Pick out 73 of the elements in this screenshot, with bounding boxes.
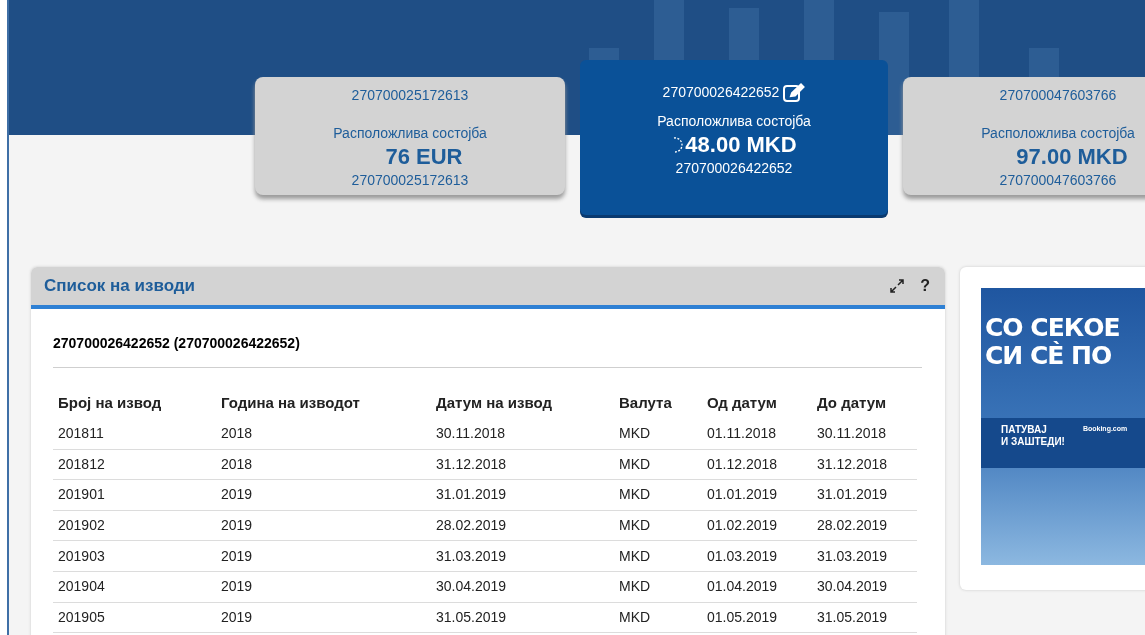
balance-label: Расположлива состојба — [981, 124, 1135, 143]
table-cell: 31.03.2019 — [812, 540, 917, 572]
table-cell: 01.02.2019 — [702, 510, 812, 541]
table-cell: 2018 — [216, 418, 431, 450]
column-header: Година на изводот — [220, 393, 361, 413]
table-cell: MKD — [614, 602, 702, 633]
edit-icon[interactable] — [783, 82, 806, 103]
ad-slogan: ПАТУВАЈ — [1001, 424, 1048, 436]
table-cell: 31.01.2019 — [812, 479, 917, 511]
table-cell: MKD — [614, 510, 702, 541]
account-number: 270700026422652 — [662, 83, 780, 102]
table-cell: 01.03.2019 — [702, 540, 812, 572]
help-button[interactable]: ? — [920, 274, 930, 298]
column-header: Број на извод — [57, 393, 163, 413]
table-cell: MKD — [614, 571, 702, 603]
table-cell: 2019 — [216, 602, 431, 633]
balance-label: Расположлива состојба — [657, 112, 811, 131]
column-header: До датум — [816, 393, 888, 413]
table-cell: 31.01.2019 — [431, 479, 614, 511]
account-card[interactable]: 270700025172613 Расположлива состојба 76 EUR 270700025172613 — [255, 77, 565, 195]
table-cell: 01.01.2019 — [702, 479, 812, 511]
expand-icon[interactable] — [890, 279, 905, 293]
table-cell: 201812 — [53, 449, 216, 480]
table-cell: 28.02.2019 — [431, 510, 614, 541]
ad-headline: СИ СЀ ПО — [985, 342, 1113, 370]
table-cell: 201901 — [53, 479, 216, 511]
table-cell: 31.05.2019 — [812, 602, 917, 633]
table-cell: 31.03.2019 — [431, 540, 614, 572]
account-number: 270700047603766 — [999, 86, 1117, 105]
column-header: Валута — [618, 393, 673, 413]
table-cell: 01.11.2018 — [702, 418, 812, 450]
table-cell: MKD — [614, 418, 702, 450]
table-cell: 01.05.2019 — [702, 602, 812, 633]
table-cell: 2019 — [216, 510, 431, 541]
table-cell: 201905 — [53, 602, 216, 633]
table-cell: 201902 — [53, 510, 216, 541]
table-cell: MKD — [614, 540, 702, 572]
table-cell: 30.11.2018 — [812, 418, 917, 450]
ad-slogan: И ЗАШТЕДИ! — [1001, 436, 1065, 448]
column-header: Од датум — [706, 393, 778, 413]
panel-title: Список на изводи — [44, 275, 196, 298]
table-cell: 201811 — [53, 418, 216, 450]
table-cell: 30.04.2019 — [431, 571, 614, 603]
table-cell: 2018 — [216, 449, 431, 480]
table-cell: 201903 — [53, 540, 216, 572]
table-cell: MKD — [614, 479, 702, 511]
table-cell: 30.11.2018 — [431, 418, 614, 450]
table-cell: 31.05.2019 — [431, 602, 614, 633]
table-cell: 2019 — [216, 540, 431, 572]
account-number: 270700025172613 — [351, 171, 469, 190]
column-header: Датум на извод — [435, 393, 553, 413]
account-card[interactable]: 270700026422652 Расположлива состојба 48.00 MKD 270700026422652 — [580, 60, 888, 215]
account-card[interactable]: 270700047603766 Расположлива состојба 97.00 MKD 270700047603766 — [903, 77, 1145, 195]
table-cell: 31.12.2018 — [431, 449, 614, 480]
table-cell: 30.04.2019 — [812, 571, 917, 603]
table-cell: 01.04.2019 — [702, 571, 812, 603]
account-number: 270700026422652 — [675, 159, 793, 178]
table-cell: 2019 — [216, 479, 431, 511]
account-number: 270700025172613 — [351, 86, 469, 105]
table-cell: 31.12.2018 — [812, 449, 917, 480]
balance-label: Расположлива состојба — [333, 124, 487, 143]
table-cell: 01.12.2018 — [702, 449, 812, 480]
spinner-icon — [671, 136, 686, 154]
balance-amount: 76 EUR — [385, 144, 463, 170]
table-cell: 201904 — [53, 571, 216, 603]
table-cell: 28.02.2019 — [812, 510, 917, 541]
table-cell: MKD — [614, 449, 702, 480]
table-cell: 2019 — [216, 571, 431, 603]
account-number: 270700047603766 — [999, 171, 1117, 190]
balance-amount: 48.00 MKD — [685, 132, 797, 158]
balance-amount: 97.00 MKD — [1016, 144, 1128, 170]
ad-headline: СО СЕКОЕ — [985, 314, 1121, 342]
account-heading: 270700026422652 (270700026422652) — [53, 335, 300, 351]
